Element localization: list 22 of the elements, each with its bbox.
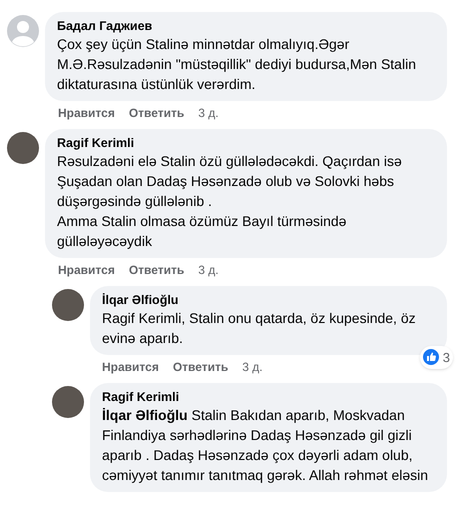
comment-text: Çox şey üçün Stalinə minnətdar olmalıyıq.Əgər M.Ə.Rəsulzadənin "müstəqillik" dediyi budursa,Mən Stalin diktaturasına üstünlük verərdim. (57, 35, 417, 94)
author-name[interactable]: Бадал Гаджиев (57, 18, 435, 34)
author-name[interactable]: Ragif Kerimli (57, 135, 435, 151)
timestamp[interactable]: 3 д. (198, 104, 219, 122)
thumbs-up-icon (422, 349, 439, 366)
avatar-photo[interactable] (7, 132, 39, 164)
timestamp[interactable]: 3 д. (242, 358, 263, 376)
comment-text: Rəsulzadəni elə Stalin özü güllələdəcəkdi. Qaçırdan isə Şuşadan olan Dadaş Həsənzadə olub və Solovki həbs düşərgəsində güllələnib . Amma Stalin olmasa özümüz Bayıl türməsində güllələyəcəydik (57, 152, 403, 251)
avatar-photo[interactable] (52, 386, 84, 418)
comment-text: İlqar Əlfioğlu Stalin Bakıdan aparıb, Moskvadan Finlandiya sərhədlərinə Dadaş Həsənzadə gil gizli aparıb . Dadaş Həsənzadə çox dəyərli adam olub, cəmiyyət tanımır tanıtmaq gərək. Allah rəhmət eləsin (102, 406, 430, 485)
like-link[interactable]: Нравится (58, 261, 115, 279)
reaction-count[interactable]: 3 (420, 346, 453, 369)
author-name[interactable]: İlqar Əlfioğlu (102, 292, 435, 308)
author-name[interactable]: Ragif Kerimli (102, 389, 435, 405)
timestamp[interactable]: 3 д. (198, 261, 219, 279)
reply-link[interactable]: Ответить (172, 358, 228, 376)
like-link[interactable]: Нравится (102, 358, 159, 376)
like-link[interactable]: Нравится (58, 104, 115, 122)
comment-text: Ragif Kerimli, Stalin onu qatarda, öz kupesinde, öz evinə aparıb. (102, 309, 417, 348)
avatar-photo[interactable] (52, 289, 84, 321)
reply-link[interactable]: Ответить (128, 104, 184, 122)
reply-link[interactable]: Ответить (128, 261, 184, 279)
